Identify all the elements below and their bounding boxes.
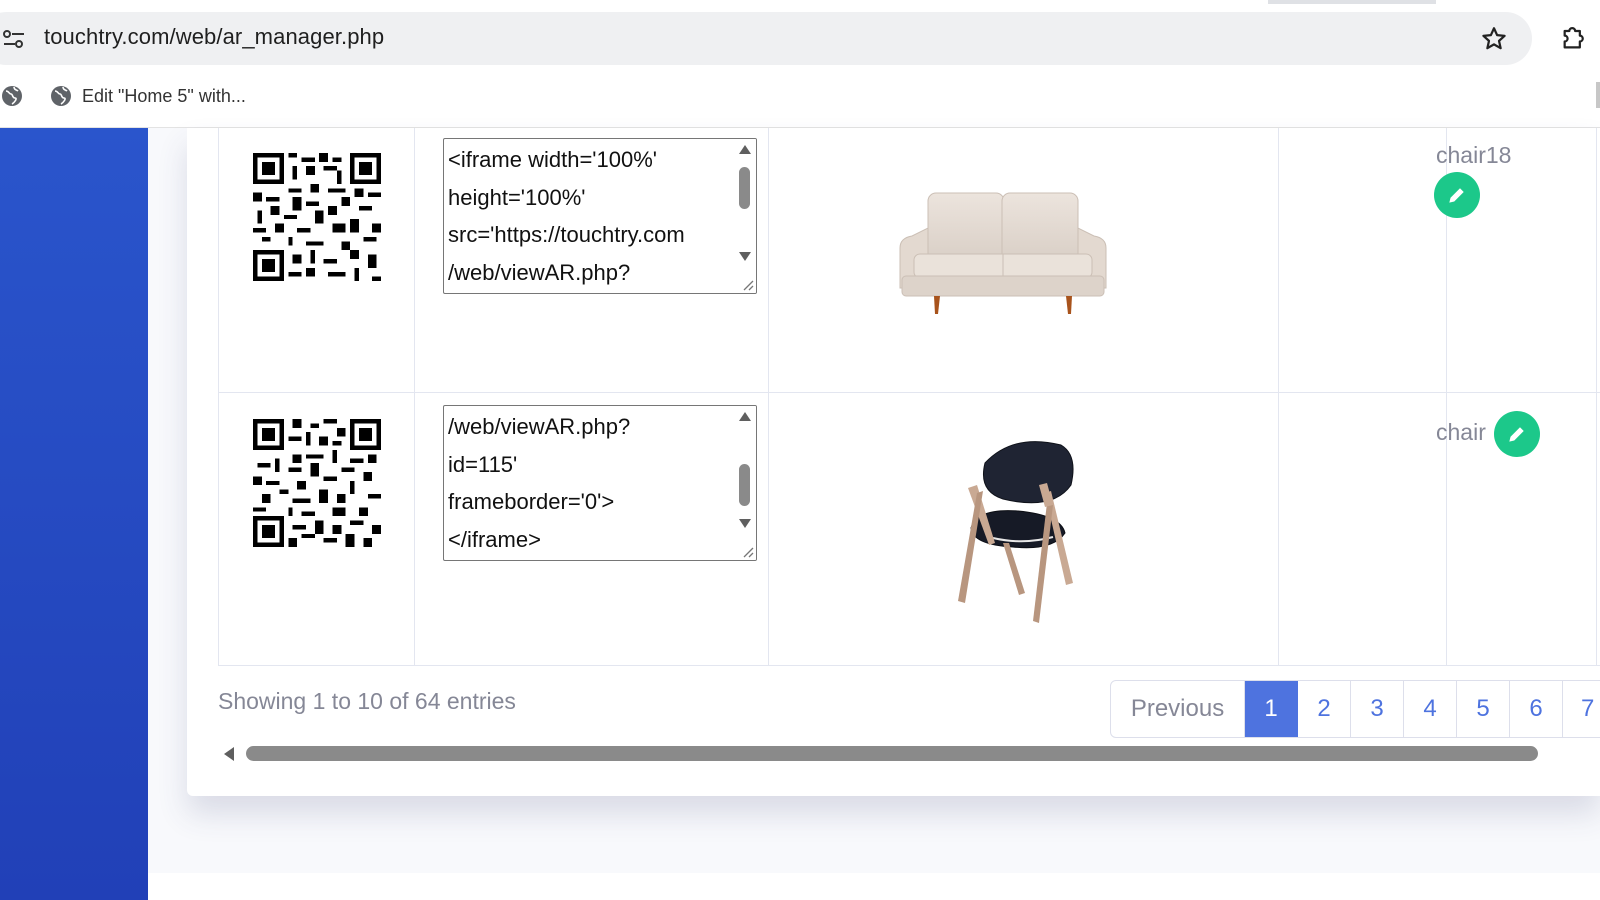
resize-grip-icon[interactable] xyxy=(740,277,754,291)
previous-page-button[interactable]: Previous xyxy=(1111,681,1245,737)
model-name: chair18 xyxy=(1436,142,1512,168)
page-button-5[interactable]: 5 xyxy=(1457,681,1510,737)
textarea-scrollbar[interactable] xyxy=(734,406,756,560)
page-button-7[interactable]: 7 xyxy=(1563,681,1600,737)
embed-code-textarea[interactable]: <iframe width='100%' height='100%' src='… xyxy=(443,138,757,294)
embed-code-text: /web/viewAR.php? id=115' frameborder='0'… xyxy=(448,414,631,552)
globe-icon[interactable] xyxy=(0,84,24,108)
page-button-2[interactable]: 2 xyxy=(1298,681,1351,737)
bookmark-item[interactable]: Edit "Home 5" with... xyxy=(82,86,246,107)
tab-strip-edge xyxy=(0,0,1600,4)
scroll-thumb[interactable] xyxy=(739,167,750,209)
page-footer xyxy=(148,873,1600,900)
qr-code-image[interactable] xyxy=(253,153,381,281)
scroll-up-arrow-icon[interactable] xyxy=(739,412,751,421)
pagination: Previous 1 2 3 4 5 6 7 xyxy=(1110,680,1600,738)
horizontal-scroll-thumb[interactable] xyxy=(246,746,1538,761)
site-settings-icon[interactable] xyxy=(2,27,26,51)
model-name: chair xyxy=(1436,419,1486,445)
browser-chrome: touchtry.com/web/ar_manager.php Edit "Ho… xyxy=(0,0,1600,128)
scroll-left-arrow-icon[interactable] xyxy=(224,747,234,761)
table-horizontal-scrollbar[interactable] xyxy=(218,744,1600,764)
puzzle-extension-icon[interactable] xyxy=(1560,24,1588,52)
page-button-1[interactable]: 1 xyxy=(1245,681,1298,737)
page-button-4[interactable]: 4 xyxy=(1404,681,1457,737)
scroll-down-arrow-icon[interactable] xyxy=(739,252,751,261)
page-button-6[interactable]: 6 xyxy=(1510,681,1563,737)
qr-code-image[interactable] xyxy=(253,419,381,547)
sidebar xyxy=(0,128,148,900)
star-icon[interactable] xyxy=(1480,25,1508,53)
pencil-icon xyxy=(1449,188,1464,203)
page-button-3[interactable]: 3 xyxy=(1351,681,1404,737)
embed-code-textarea[interactable]: /web/viewAR.php? id=115' frameborder='0'… xyxy=(443,405,757,561)
dark-chair-image[interactable] xyxy=(943,433,1088,628)
bookmark-overflow-edge xyxy=(1596,82,1600,108)
scroll-thumb[interactable] xyxy=(739,464,750,506)
edit-button[interactable] xyxy=(1494,411,1540,457)
scroll-down-arrow-icon[interactable] xyxy=(739,519,751,528)
edit-button[interactable] xyxy=(1434,172,1480,218)
beige-sofa-image[interactable] xyxy=(898,188,1108,318)
resize-grip-icon[interactable] xyxy=(740,544,754,558)
textarea-scrollbar[interactable] xyxy=(734,139,756,293)
table-info-text: Showing 1 to 10 of 64 entries xyxy=(218,688,516,714)
embed-code-text: <iframe width='100%' height='100%' src='… xyxy=(448,147,685,285)
table-row: <iframe width='100%' height='100%' src='… xyxy=(218,128,1600,393)
scroll-up-arrow-icon[interactable] xyxy=(739,145,751,154)
table-row: /web/viewAR.php? id=115' frameborder='0'… xyxy=(218,393,1600,666)
url-text[interactable]: touchtry.com/web/ar_manager.php xyxy=(44,24,384,50)
globe-icon[interactable] xyxy=(49,84,73,108)
pencil-icon xyxy=(1509,427,1524,442)
